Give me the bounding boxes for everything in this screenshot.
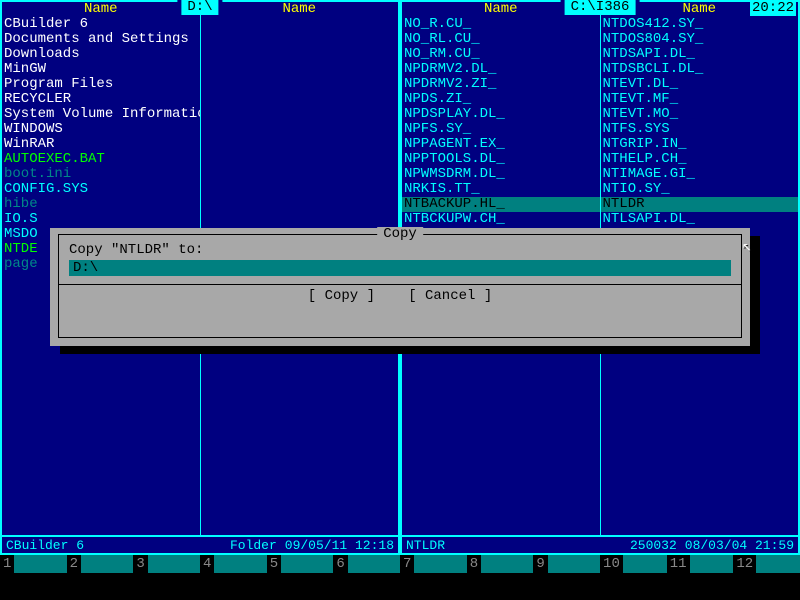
- fkey-7[interactable]: 7: [400, 555, 467, 573]
- file-entry[interactable]: NTDOS412.SY_: [601, 17, 799, 32]
- fkey-bar: 123456789101112: [0, 555, 800, 573]
- file-entry[interactable]: Program Files: [2, 77, 200, 92]
- file-entry[interactable]: Documents and Settings: [2, 32, 200, 47]
- fkey-2[interactable]: 2: [67, 555, 134, 573]
- file-entry[interactable]: NO_RL.CU_: [402, 32, 600, 47]
- file-entry[interactable]: NTDOS804.SY_: [601, 32, 799, 47]
- file-entry[interactable]: NTDSBCLI.DL_: [601, 62, 799, 77]
- file-entry[interactable]: hibe: [2, 197, 200, 212]
- file-entry[interactable]: NPPTOOLS.DL_: [402, 152, 600, 167]
- file-entry[interactable]: NTGRIP.IN_: [601, 137, 799, 152]
- file-entry[interactable]: MinGW: [2, 62, 200, 77]
- file-entry[interactable]: NPDSPLAY.DL_: [402, 107, 600, 122]
- left-status: CBuilder 6 Folder 09/05/11 12:18: [2, 535, 398, 553]
- fkey-9[interactable]: 9: [533, 555, 600, 573]
- fkey-10[interactable]: 10: [600, 555, 667, 573]
- right-status: NTLDR 250032 08/03/04 21:59: [402, 535, 798, 553]
- dialog-title: Copy: [377, 227, 423, 242]
- file-entry[interactable]: RECYCLER: [2, 92, 200, 107]
- file-entry[interactable]: NTHELP.CH_: [601, 152, 799, 167]
- file-entry[interactable]: NO_R.CU_: [402, 17, 600, 32]
- file-entry[interactable]: NPDRMV2.ZI_: [402, 77, 600, 92]
- clock: 20:22: [750, 1, 796, 16]
- fkey-8[interactable]: 8: [467, 555, 534, 573]
- file-entry[interactable]: IO.S: [2, 212, 200, 227]
- file-entry[interactable]: NO_RM.CU_: [402, 47, 600, 62]
- dialog-prompt: Copy "NTLDR" to:: [69, 243, 731, 258]
- file-entry[interactable]: NTLSAPI.DL_: [601, 212, 799, 227]
- file-entry[interactable]: boot.ini: [2, 167, 200, 182]
- file-entry[interactable]: NPWMSDRM.DL_: [402, 167, 600, 182]
- copy-destination-input[interactable]: [69, 260, 731, 276]
- file-entry[interactable]: NTDSAPI.DL_: [601, 47, 799, 62]
- fkey-11[interactable]: 11: [667, 555, 734, 573]
- mouse-cursor-icon: ↖: [742, 240, 752, 255]
- file-entry[interactable]: NTEVT.DL_: [601, 77, 799, 92]
- fkey-12[interactable]: 12: [733, 555, 800, 573]
- fkey-3[interactable]: 3: [133, 555, 200, 573]
- fkey-1[interactable]: 1: [0, 555, 67, 573]
- file-entry[interactable]: NPDS.ZI_: [402, 92, 600, 107]
- file-entry[interactable]: CBuilder 6: [2, 17, 200, 32]
- file-entry[interactable]: NTEVT.MO_: [601, 107, 799, 122]
- file-entry[interactable]: WINDOWS: [2, 122, 200, 137]
- file-entry[interactable]: System Volume Informatio►: [2, 107, 200, 122]
- right-panel-title: C:\I386: [561, 0, 640, 15]
- file-entry[interactable]: NTLDR: [601, 197, 799, 212]
- file-entry[interactable]: NPDRMV2.DL_: [402, 62, 600, 77]
- file-entry[interactable]: Downloads: [2, 47, 200, 62]
- copy-button[interactable]: [ Copy ]: [304, 289, 379, 304]
- file-entry[interactable]: NPPAGENT.EX_: [402, 137, 600, 152]
- file-entry[interactable]: AUTOEXEC.BAT: [2, 152, 200, 167]
- cancel-button[interactable]: [ Cancel ]: [404, 289, 496, 304]
- file-entry[interactable]: NTBCKUPW.CH_: [402, 212, 600, 227]
- fkey-4[interactable]: 4: [200, 555, 267, 573]
- fkey-5[interactable]: 5: [267, 555, 334, 573]
- file-entry[interactable]: NTIMAGE.GI_: [601, 167, 799, 182]
- left-panel-title: D:\: [177, 0, 222, 15]
- file-entry[interactable]: NTEVT.MF_: [601, 92, 799, 107]
- fkey-6[interactable]: 6: [333, 555, 400, 573]
- file-entry[interactable]: WinRAR: [2, 137, 200, 152]
- file-entry[interactable]: NTFS.SYS: [601, 122, 799, 137]
- copy-dialog: Copy Copy "NTLDR" to: [ Copy ] [ Cancel …: [50, 228, 750, 346]
- file-entry[interactable]: NTBACKUP.HL_: [402, 197, 600, 212]
- file-entry[interactable]: NTIO.SY_: [601, 182, 799, 197]
- file-entry[interactable]: CONFIG.SYS: [2, 182, 200, 197]
- file-entry[interactable]: NRKIS.TT_: [402, 182, 600, 197]
- file-entry[interactable]: NPFS.SY_: [402, 122, 600, 137]
